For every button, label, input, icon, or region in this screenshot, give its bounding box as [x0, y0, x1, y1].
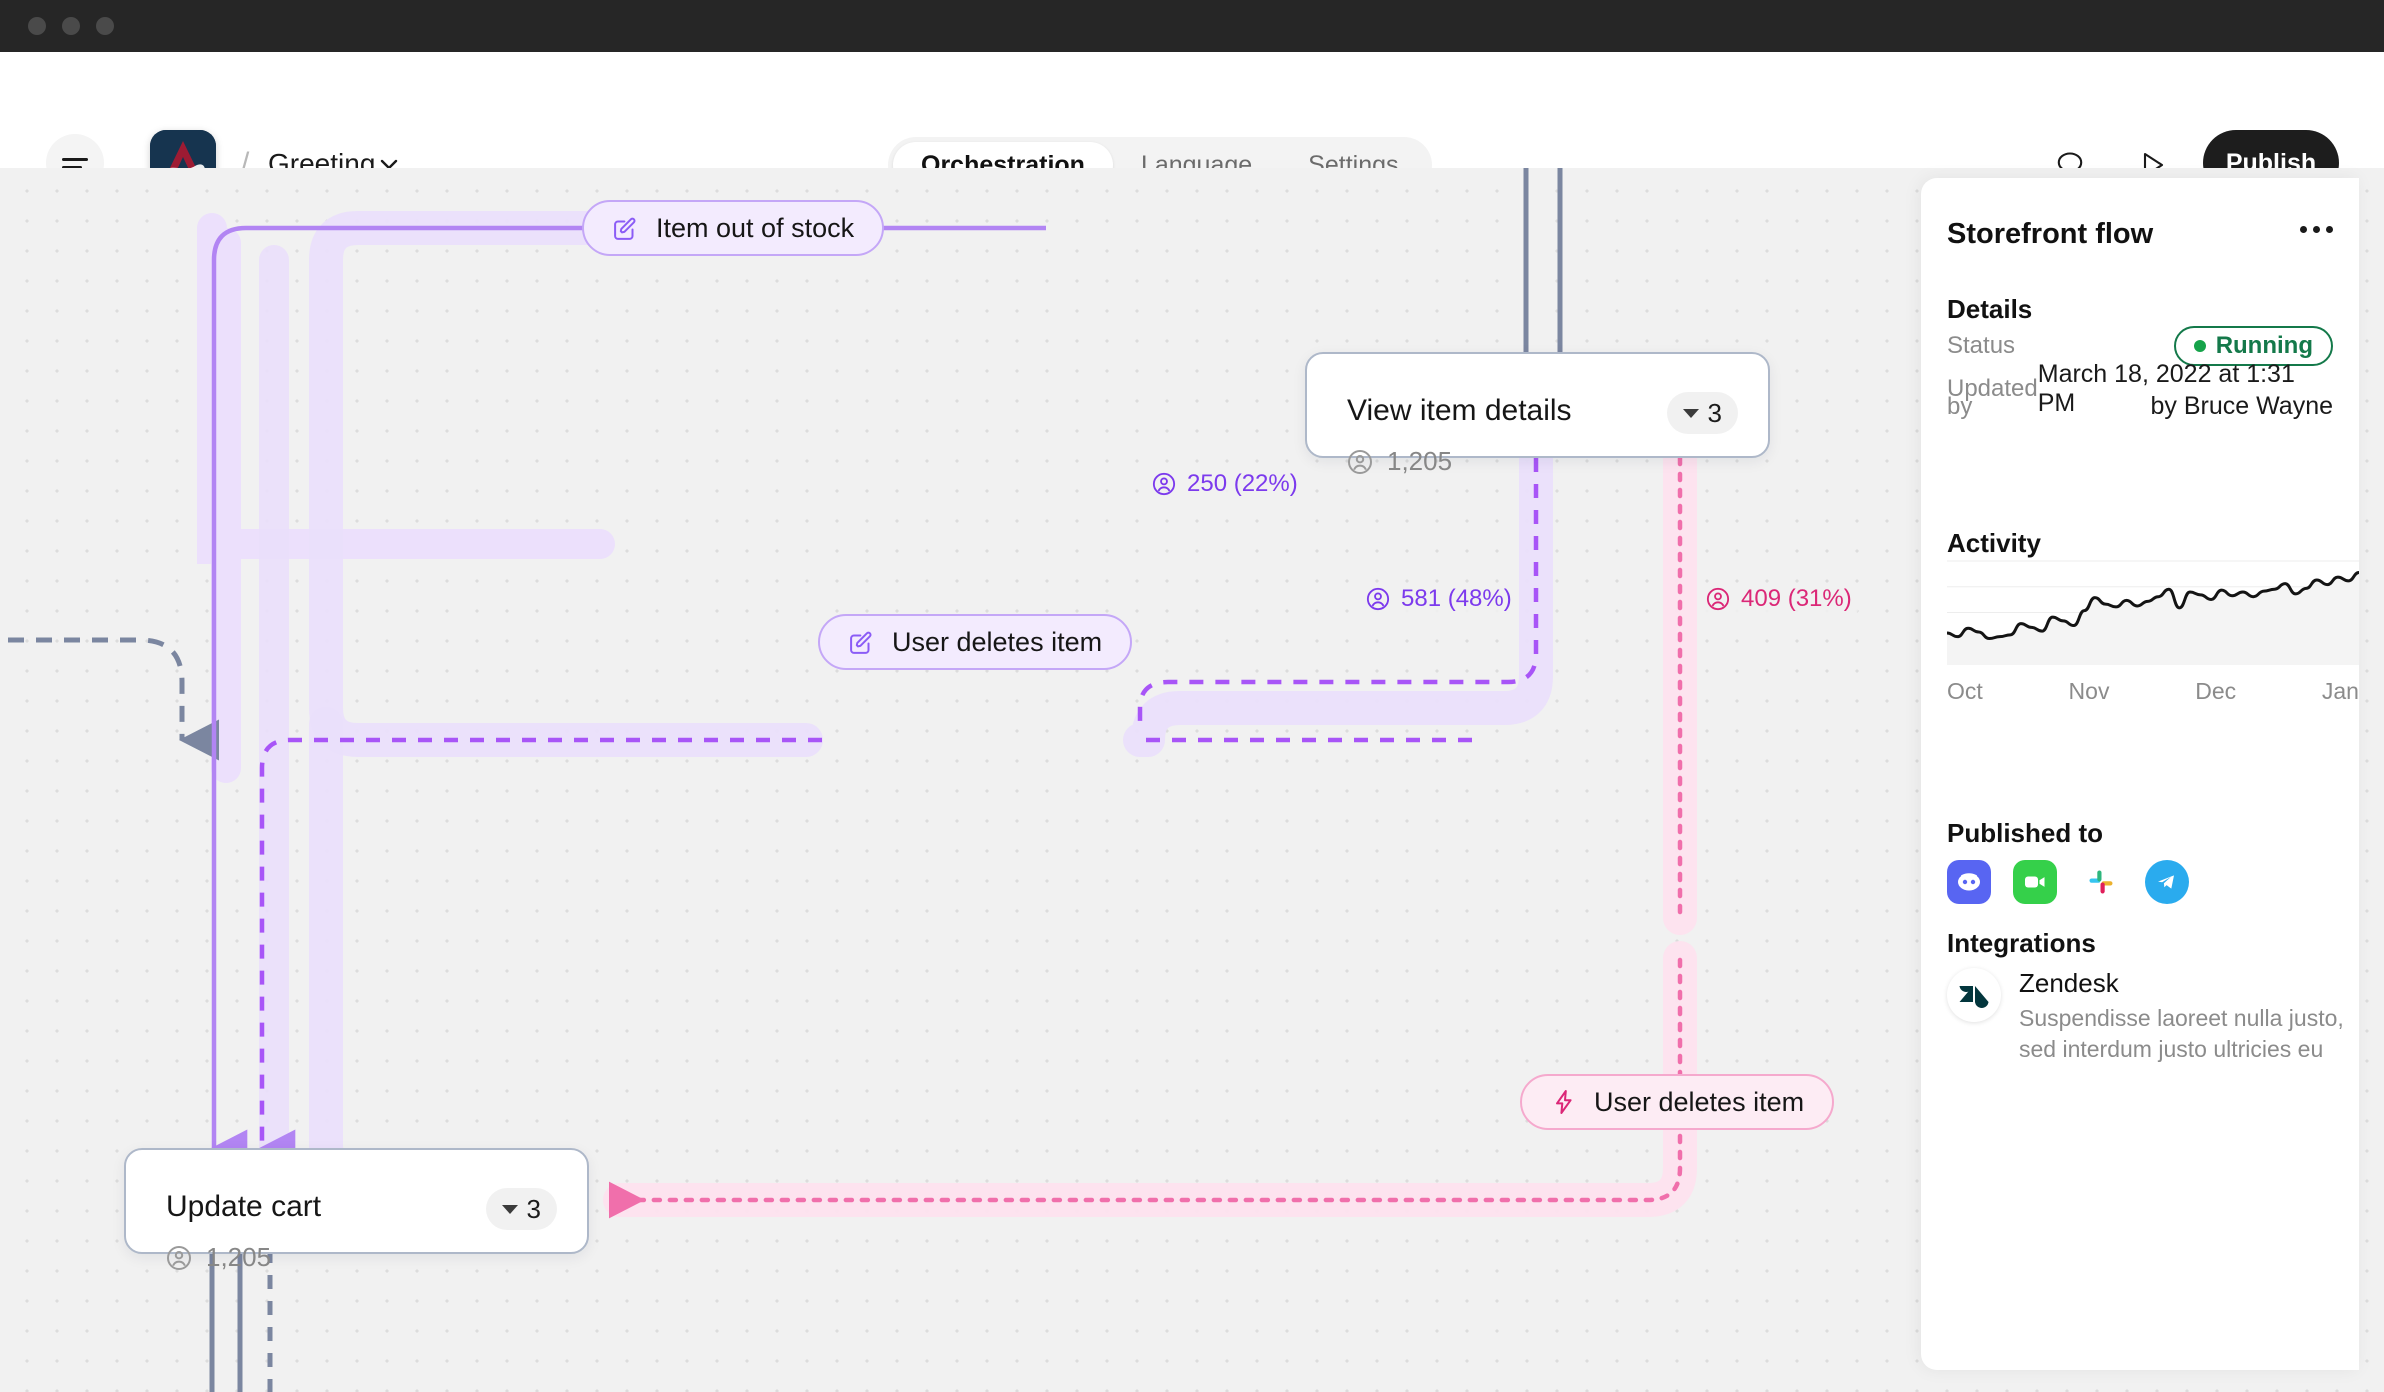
node-count-pill[interactable]: 3: [1666, 392, 1738, 434]
node-meta: 1,205: [1347, 446, 1452, 477]
facetime-icon[interactable]: [2013, 860, 2057, 904]
axis-tick-jan: Jan: [2321, 678, 2359, 704]
chevron-down-icon: [1682, 408, 1699, 418]
integration-name: Zendesk: [2019, 968, 2119, 998]
node-item-out-of-stock[interactable]: Item out of stock: [582, 200, 885, 256]
status-value: Running: [2215, 332, 2313, 359]
node-count-pill[interactable]: 3: [485, 1188, 557, 1230]
integration-text: Zendesk Suspendisse laoreet nulla justo,…: [2019, 968, 2347, 1065]
node-view-item-details[interactable]: View item details 3 1,205: [1305, 352, 1770, 476]
axis-tick-nov: Nov: [2068, 678, 2110, 704]
edit-square-icon: [850, 631, 872, 654]
integration-item-zendesk[interactable]: Zendesk Suspendisse laoreet nulla justo,…: [1947, 968, 2347, 1065]
author-row: by by Bruce Wayne: [1947, 392, 2333, 421]
axis-tick-oct: Oct: [1947, 678, 1983, 704]
published-to-list: [1947, 860, 2189, 904]
edge-user-deletes-to-update-cart: [259, 737, 822, 1167]
node-user-deletes-item-pink[interactable]: User deletes item: [1520, 1074, 1835, 1130]
chevron-down-icon: [501, 1204, 518, 1214]
edge-label-409: 409 (31%): [1700, 583, 1858, 615]
user-circle-icon: [1366, 587, 1390, 611]
user-circle-icon: [1348, 449, 1372, 474]
activity-chart: [1945, 560, 2361, 665]
edge-label-text: 581 (48%): [1401, 585, 1512, 612]
status-label: Status: [1947, 332, 2016, 359]
status-dot-icon: [2193, 340, 2206, 352]
edit-square-icon: [614, 217, 636, 240]
edge-label-text: 409 (31%): [1741, 585, 1852, 612]
node-label: Item out of stock: [656, 212, 855, 243]
published-to-heading: Published to: [1947, 818, 2103, 848]
details-panel: Storefront flow Details Status Running U…: [1921, 178, 2361, 1370]
zendesk-logo: [1947, 968, 2001, 1022]
maximize-icon[interactable]: [96, 17, 114, 35]
lightning-bolt-icon: [1556, 1090, 1572, 1114]
node-title: View item details: [1347, 394, 1572, 427]
node-count-value: 3: [1707, 397, 1722, 428]
integration-description: Suspendisse laoreet nulla justo, sed int…: [2019, 1005, 2344, 1063]
user-circle-icon: [167, 1245, 191, 1270]
edge-label-text: 250 (22%): [1187, 470, 1298, 497]
discord-icon[interactable]: [1947, 860, 1991, 904]
node-count-value: 3: [526, 1193, 541, 1224]
node-update-cart[interactable]: Update cart 3 1,205: [124, 1148, 589, 1272]
node-meta-value: 1,205: [1387, 446, 1453, 476]
slack-icon[interactable]: [2079, 860, 2123, 904]
node-title: Update cart: [166, 1190, 322, 1223]
activity-heading: Activity: [1947, 528, 2041, 558]
user-circle-icon: [1706, 587, 1730, 611]
edge-gray-dashed-into-update-cart: [0, 637, 220, 761]
node-label: User deletes item: [892, 626, 1103, 657]
edge-label-581: 581 (48%): [1360, 583, 1518, 615]
integrations-heading: Integrations: [1947, 928, 2096, 958]
node-user-deletes-item-purple[interactable]: User deletes item: [818, 614, 1133, 670]
window-controls: [28, 17, 114, 35]
user-circle-icon: [1152, 472, 1176, 496]
axis-tick-dec: Dec: [2195, 678, 2237, 704]
edge-label-250: 250 (22%): [1146, 468, 1304, 500]
panel-title: Storefront flow: [1947, 218, 2154, 250]
window-titlebar: [0, 0, 2384, 52]
ellipsis-icon[interactable]: [2300, 226, 2333, 233]
app-header: / Greeting Orchestration Language Settin…: [0, 52, 2384, 196]
activity-chart-axis: Oct Nov Dec Jan: [1947, 678, 2359, 705]
details-heading: Details: [1947, 294, 2033, 324]
telegram-icon[interactable]: [2145, 860, 2189, 904]
close-icon[interactable]: [28, 17, 46, 35]
activity-chart-svg: [1945, 560, 2361, 665]
author-label: by: [1947, 392, 1973, 420]
node-meta-value: 1,205: [206, 1242, 272, 1272]
edge-user-deletes-pink-to-update-cart: [608, 957, 1683, 1219]
author-value: by Bruce Wayne: [2150, 392, 2333, 420]
minimize-icon[interactable]: [62, 17, 80, 35]
node-meta: 1,205: [166, 1242, 271, 1273]
node-label: User deletes item: [1594, 1086, 1805, 1117]
